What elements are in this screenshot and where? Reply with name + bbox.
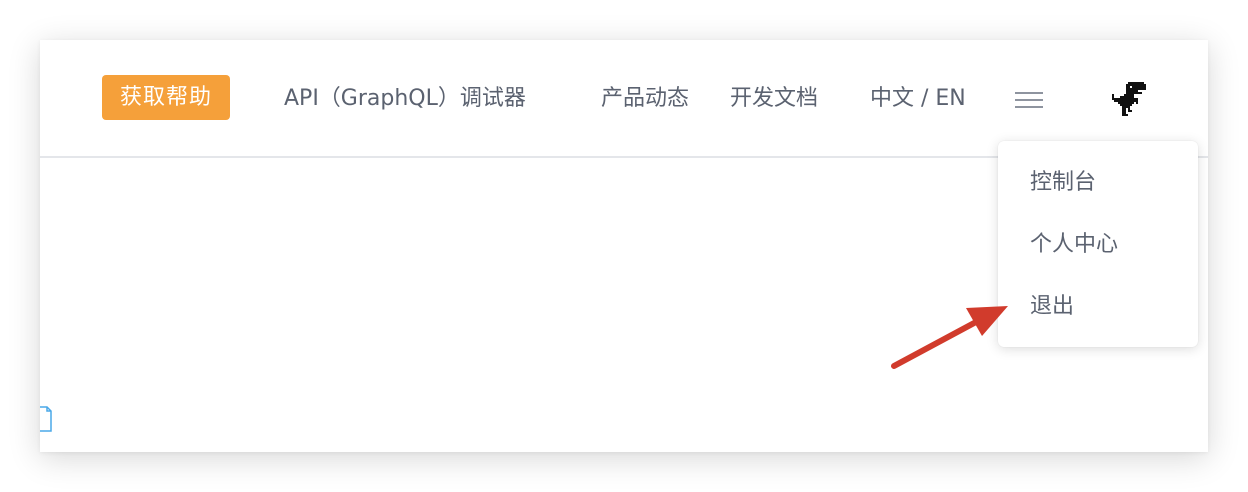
language-switcher[interactable]: 中文 / EN bbox=[870, 84, 966, 114]
nav-link-api-debugger[interactable]: API（GraphQL）调试器 bbox=[284, 84, 526, 114]
nav-link-product-news[interactable]: 产品动态 bbox=[601, 84, 689, 114]
document-icon bbox=[40, 406, 52, 434]
screenshot-canvas: 获取帮助 API（GraphQL）调试器 产品动态 开发文档 中文 / EN 控… bbox=[0, 0, 1248, 492]
hamburger-icon[interactable] bbox=[1015, 90, 1045, 110]
menu-item-console[interactable]: 控制台 bbox=[1030, 168, 1096, 198]
menu-item-profile[interactable]: 个人中心 bbox=[1030, 230, 1118, 260]
user-dropdown-menu: 控制台 个人中心 退出 bbox=[998, 141, 1198, 347]
get-help-button[interactable]: 获取帮助 bbox=[102, 75, 230, 120]
nav-link-dev-docs[interactable]: 开发文档 bbox=[730, 84, 818, 114]
dinosaur-avatar-icon[interactable] bbox=[1110, 80, 1150, 120]
menu-item-logout[interactable]: 退出 bbox=[1030, 292, 1074, 322]
